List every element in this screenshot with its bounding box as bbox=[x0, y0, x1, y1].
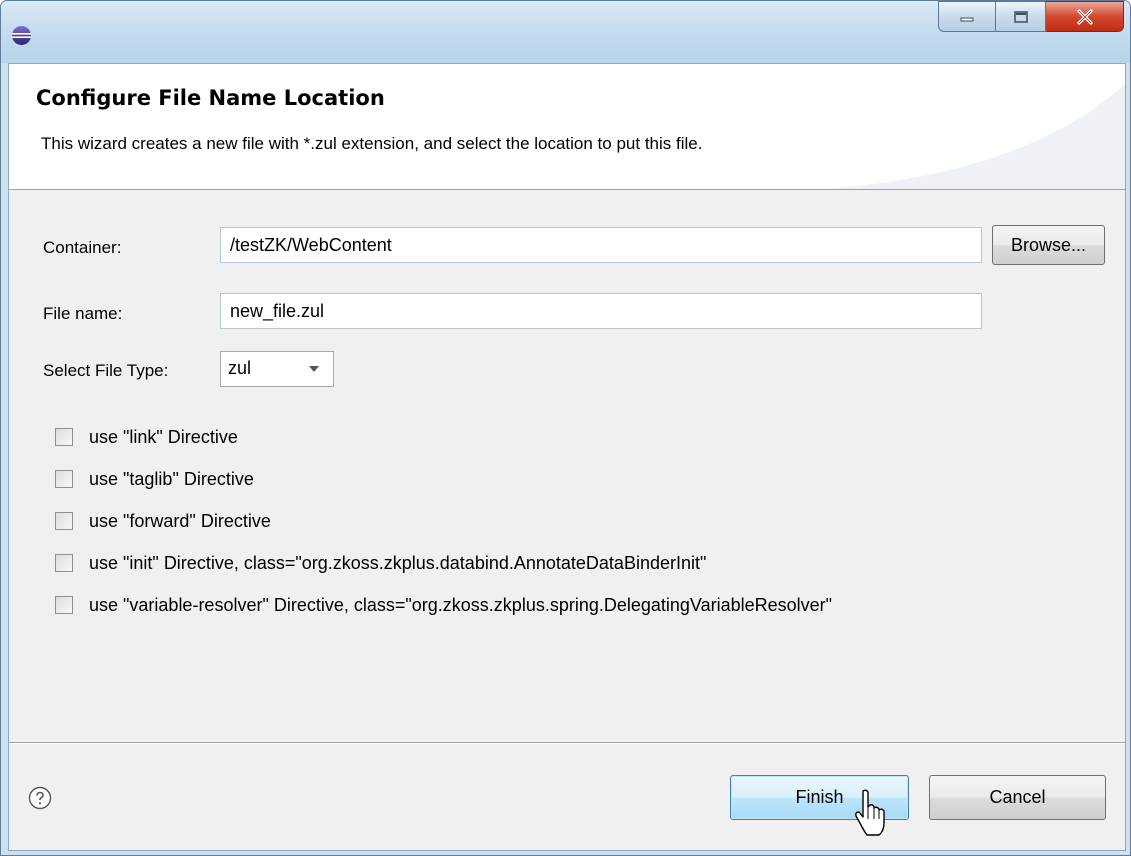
page-title: Configure File Name Location bbox=[36, 86, 385, 110]
close-icon bbox=[1076, 8, 1093, 25]
option-variable-resolver[interactable]: use "variable-resolver" Directive, class… bbox=[55, 592, 832, 618]
banner-decoration bbox=[825, 84, 1125, 189]
dialog-window: Configure File Name Location This wizard… bbox=[0, 0, 1131, 856]
page-description: This wizard creates a new file with *.zu… bbox=[41, 134, 703, 153]
file-name-label: File name: bbox=[43, 304, 123, 323]
file-type-label: Select File Type: bbox=[43, 361, 169, 380]
option-link[interactable]: use "link" Directive bbox=[55, 424, 238, 450]
maximize-button[interactable] bbox=[996, 1, 1046, 32]
file-name-input[interactable]: new_file.zul bbox=[220, 293, 982, 329]
container-input[interactable]: /testZK/WebContent bbox=[220, 227, 982, 263]
option-init[interactable]: use "init" Directive, class="org.zkoss.z… bbox=[55, 550, 706, 576]
option-label: use "variable-resolver" Directive, class… bbox=[89, 594, 833, 615]
minimize-icon bbox=[960, 17, 974, 21]
checkbox[interactable] bbox=[55, 512, 73, 530]
eclipse-icon bbox=[12, 26, 31, 45]
dropdown-arrow[interactable] bbox=[295, 352, 333, 386]
help-icon[interactable] bbox=[28, 786, 52, 810]
mouse-pointer-icon bbox=[855, 789, 885, 836]
close-button[interactable] bbox=[1046, 1, 1124, 32]
footer-divider bbox=[9, 742, 1125, 744]
container-label: Container: bbox=[43, 238, 122, 257]
chevron-down-icon bbox=[309, 366, 319, 372]
checkbox[interactable] bbox=[55, 428, 73, 446]
dialog-content: Configure File Name Location This wizard… bbox=[8, 63, 1126, 851]
file-type-select[interactable]: zul bbox=[220, 351, 334, 387]
title-bar[interactable] bbox=[1, 1, 1130, 63]
option-label: use "link" Directive bbox=[89, 426, 238, 447]
browse-button[interactable]: Browse... bbox=[992, 225, 1105, 265]
option-label: use "forward" Directive bbox=[89, 510, 271, 531]
file-type-value: zul bbox=[228, 358, 252, 378]
checkbox[interactable] bbox=[55, 596, 73, 614]
option-forward[interactable]: use "forward" Directive bbox=[55, 508, 271, 534]
option-label: use "taglib" Directive bbox=[89, 468, 254, 489]
checkbox[interactable] bbox=[55, 554, 73, 572]
cancel-button[interactable]: Cancel bbox=[929, 775, 1106, 820]
option-label: use "init" Directive, class="org.zkoss.z… bbox=[89, 552, 707, 573]
checkbox[interactable] bbox=[55, 470, 73, 488]
maximize-icon bbox=[1013, 10, 1028, 23]
wizard-banner: Configure File Name Location This wizard… bbox=[9, 64, 1125, 190]
minimize-button[interactable] bbox=[938, 1, 996, 32]
option-taglib[interactable]: use "taglib" Directive bbox=[55, 466, 254, 492]
window-controls bbox=[938, 1, 1124, 32]
